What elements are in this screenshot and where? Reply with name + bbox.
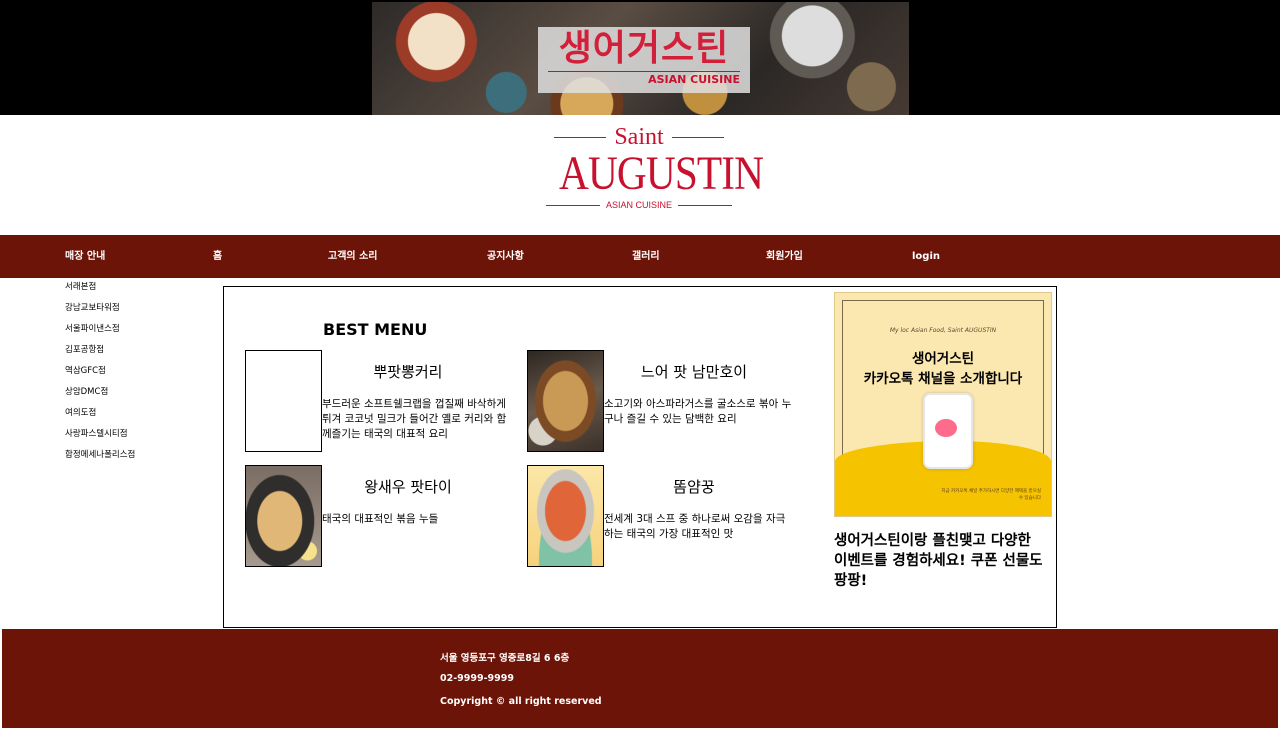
- menu-desc: 태국의 대표적인 볶음 누들: [322, 513, 439, 525]
- top-banner: 생어거스틴 ASIAN CUISINE: [0, 0, 1280, 115]
- footer-phone: 02-9999-9999: [440, 673, 514, 684]
- banner-sign-english: ASIAN CUISINE: [548, 71, 740, 88]
- sidebar-item-store[interactable]: 서래본점: [65, 282, 145, 303]
- menu-name: 뿌팟뽕커리: [373, 363, 443, 381]
- menu-name: 똠얌꿍: [673, 478, 715, 496]
- promo-headline-1: 생어거스틴: [911, 351, 975, 367]
- sidebar-item-store[interactable]: 사랑파스텔시티점: [65, 429, 145, 450]
- menu-name: 왕새우 팟타이: [364, 478, 452, 496]
- nav-item-login[interactable]: login: [912, 235, 940, 278]
- nav-item-store-info[interactable]: 매장 안내: [65, 235, 105, 278]
- nav-item-notice[interactable]: 공지사항: [487, 235, 524, 278]
- site-logo[interactable]: Saint AUGUSTIN ASIAN CUISINE: [546, 124, 764, 214]
- main-content: BEST MENU 뿌팟뽕커리 부드러운 소프트쉘크랩을 껍질째 바삭하게튀겨 …: [223, 286, 1057, 628]
- menu-image-beef-asparagus[interactable]: [527, 350, 604, 452]
- sidebar-item-store[interactable]: 여의도점: [65, 408, 145, 429]
- menu-image-pad-thai[interactable]: [245, 465, 322, 567]
- nav-item-customer-voice[interactable]: 고객의 소리: [328, 235, 377, 278]
- promo-note: 지금 카카오톡 채널 추가하시면 다양한 혜택을 받으실 수 있습니다: [941, 489, 1041, 501]
- menu-image-poo-pad-pong-curry[interactable]: [245, 350, 322, 452]
- promo-headline-2: 카카오톡 채널을 소개합니다: [863, 371, 1023, 387]
- nav-item-signup[interactable]: 회원가입: [766, 235, 803, 278]
- menu-name: 느어 팟 남만호이: [640, 363, 748, 381]
- logo-sub-rule-right: [678, 204, 733, 206]
- logo-sub: ASIAN CUISINE: [606, 200, 673, 210]
- phone-icon: [923, 393, 973, 469]
- footer-address: 서울 영등포구 영중로8길 6 6층: [440, 653, 570, 664]
- promo-small-caption: My loc Asian Food, Saint AUGUSTIN: [889, 327, 997, 334]
- promo-text: 생어거스틴이랑 플친맺고 다양한 이벤트를 경험하세요! 쿠폰 선물도 팡팡!: [834, 533, 1043, 589]
- nav-item-home[interactable]: 홈: [213, 235, 222, 278]
- banner-food-image: 생어거스틴 ASIAN CUISINE: [372, 2, 909, 115]
- logo-sub-rule-left: [546, 204, 600, 206]
- menu-desc: 전세계 3대 스프 중 하나로써 오감을 자극하는 태국의 가장 대표적인 맛: [604, 513, 786, 540]
- banner-sign: 생어거스틴 ASIAN CUISINE: [538, 27, 750, 93]
- footer: 서울 영등포구 영중로8길 6 6층 02-9999-9999 Copyrigh…: [2, 629, 1278, 728]
- menu-desc: 부드러운 소프트쉘크랩을 껍질째 바삭하게튀겨 코코넛 밀크가 들어간 옐로 커…: [322, 398, 507, 440]
- nav-item-gallery[interactable]: 갤러리: [632, 235, 660, 278]
- store-sidebar: 서래본점 강남교보타워점 서울파이낸스점 김포공항점 역삼GFC점 상암DMC점…: [65, 282, 145, 460]
- menu-image-tom-yum-goong[interactable]: [527, 465, 604, 567]
- sidebar-item-store[interactable]: 합정메세나폴리스점: [65, 450, 137, 460]
- main-nav: 매장 안내 홈 고객의 소리 공지사항 갤러리 회원가입 login: [0, 235, 1280, 278]
- sidebar-item-store[interactable]: 상암DMC점: [65, 387, 145, 408]
- chat-bubble-icon: [935, 419, 957, 437]
- menu-desc: 소고기와 아스파라거스를 굴소스로 볶아 누구나 즐길 수 있는 담백한 요리: [604, 398, 792, 425]
- logo-rule-left: [554, 136, 607, 138]
- sidebar-item-store[interactable]: 서울파이낸스점: [65, 324, 145, 345]
- kakao-channel-promo-image[interactable]: My loc Asian Food, Saint AUGUSTIN 생어거스틴 …: [834, 292, 1052, 517]
- logo-rule-right: [671, 136, 724, 138]
- footer-copyright: Copyright © all right reserved: [440, 696, 602, 707]
- logo-main: AUGUSTIN: [559, 147, 764, 200]
- sidebar-item-store[interactable]: 역삼GFC점: [65, 366, 145, 387]
- sidebar-item-store[interactable]: 김포공항점: [65, 345, 145, 366]
- best-menu-title: BEST MENU: [323, 320, 428, 339]
- banner-sign-korean: 생어거스틴: [558, 28, 730, 69]
- sidebar-item-store[interactable]: 강남교보타워점: [65, 303, 145, 324]
